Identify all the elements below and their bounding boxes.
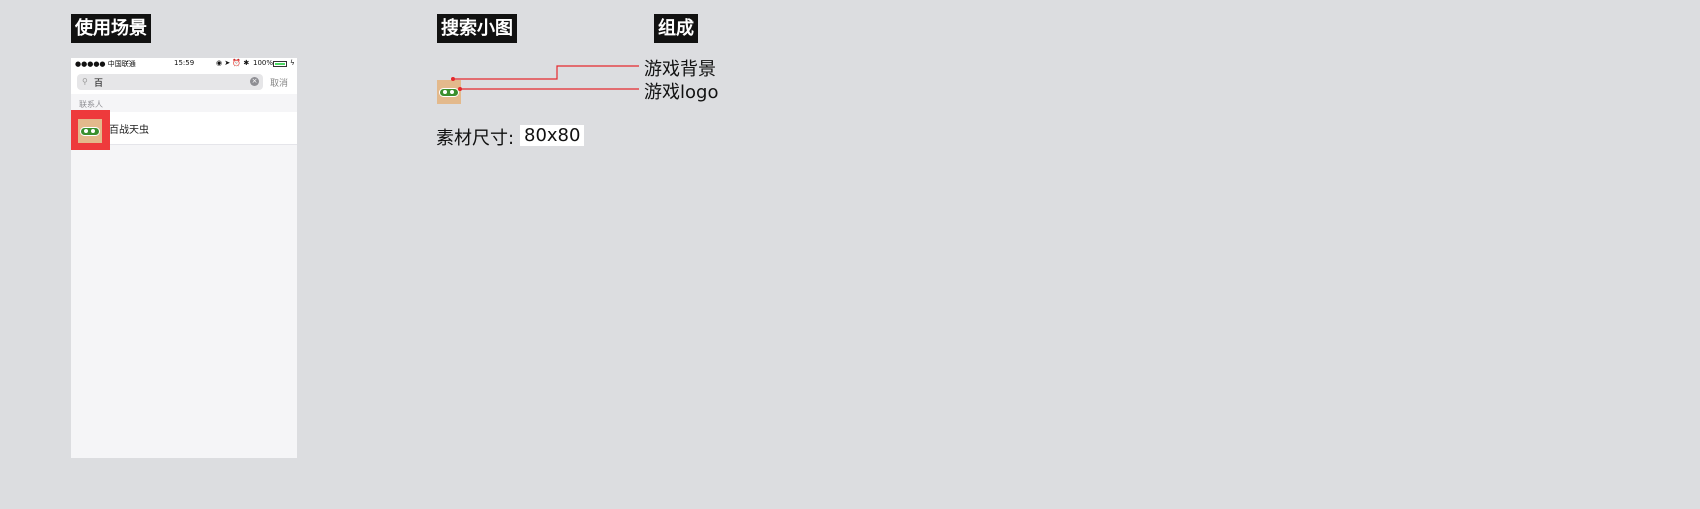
asset-size-label: 素材尺寸: [436, 128, 515, 149]
callout-lines [451, 65, 639, 91]
background-callout-line [453, 65, 639, 80]
callout-logo: 游戏logo [644, 82, 719, 103]
asset-size-value: 80x80 [520, 125, 585, 146]
